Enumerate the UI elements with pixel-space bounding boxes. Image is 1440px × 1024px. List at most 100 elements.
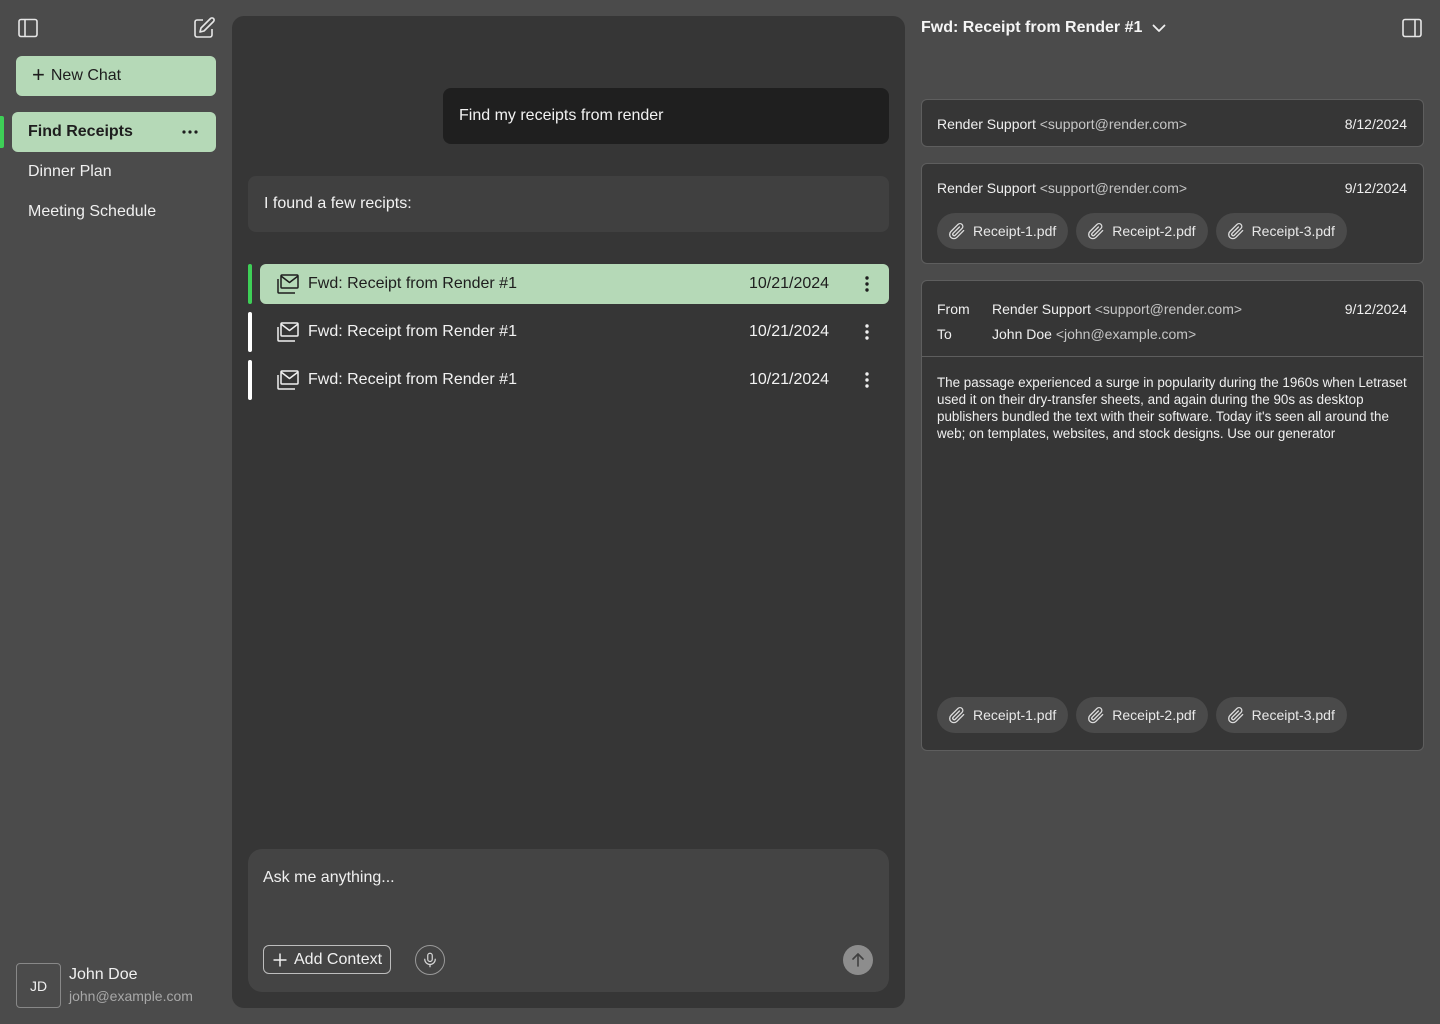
- sender-address: <support@render.com>: [1094, 301, 1243, 317]
- email-subject: Fwd: Receipt from Render #1: [308, 323, 517, 340]
- email-subject: Fwd: Receipt from Render #1: [308, 371, 517, 388]
- sender-address: <support@render.com>: [1039, 180, 1188, 196]
- attachment-list: Receipt-1.pdf Receipt-2.pdf Receipt-3.pd…: [937, 213, 1347, 249]
- sender-name: Render Support: [992, 301, 1091, 317]
- email-result-row[interactable]: Fwd: Receipt from Render #1 10/21/2024: [248, 264, 889, 304]
- chat-options-button[interactable]: [180, 124, 200, 140]
- paperclip-icon: [1088, 222, 1104, 240]
- attachment-chip[interactable]: Receipt-1.pdf: [937, 697, 1069, 733]
- recipient-address: <john@example.com>: [1055, 326, 1197, 342]
- message-input[interactable]: [263, 865, 863, 891]
- attachment-name: Receipt-2.pdf: [1112, 707, 1196, 723]
- row-indicator: [248, 360, 252, 400]
- kebab-icon: [865, 276, 869, 292]
- row-indicator: [248, 264, 252, 304]
- recipient-name: John Doe: [992, 326, 1052, 342]
- chat-item-meeting-schedule[interactable]: Meeting Schedule: [12, 192, 216, 232]
- email-body: The passage experienced a surge in popul…: [937, 375, 1407, 441]
- attachment-name: Receipt-2.pdf: [1112, 223, 1196, 239]
- attachment-chip[interactable]: Receipt-2.pdf: [1076, 213, 1208, 249]
- sender-address: <support@render.com>: [1039, 116, 1188, 132]
- chat-item-find-receipts[interactable]: Find Receipts: [12, 112, 216, 152]
- user-profile[interactable]: JD John Doe john@example.com: [16, 963, 226, 1009]
- email-date: 9/12/2024: [1344, 301, 1407, 317]
- email-card[interactable]: Render Support <support@render.com> 9/12…: [921, 163, 1424, 264]
- compose-icon: [194, 17, 215, 38]
- mail-stack-icon: [277, 322, 299, 342]
- plus-icon: [273, 953, 287, 966]
- mail-stack-icon: [277, 370, 299, 390]
- email-date: 9/12/2024: [1344, 180, 1407, 196]
- compose-button[interactable]: [192, 16, 216, 40]
- email-date: 10/21/2024: [749, 323, 830, 340]
- row-indicator: [248, 312, 252, 352]
- new-chat-button[interactable]: + New Chat: [16, 56, 216, 96]
- user-message: Find my receipts from render: [443, 88, 889, 144]
- arrow-up-icon: [852, 953, 864, 967]
- add-context-button[interactable]: Add Context: [263, 945, 392, 974]
- from-label: From: [937, 301, 970, 317]
- email-options-button[interactable]: [857, 274, 877, 294]
- thread-title-dropdown[interactable]: Fwd: Receipt from Render #1: [921, 16, 1168, 40]
- sidebar-toggle-button[interactable]: [16, 16, 40, 40]
- new-chat-label: New Chat: [50, 67, 122, 84]
- chat-item-dinner-plan[interactable]: Dinner Plan: [12, 152, 216, 192]
- user-email: john@example.com: [69, 988, 193, 1004]
- sidebar-toggle-icon: [18, 18, 38, 38]
- kebab-icon: [865, 324, 869, 340]
- attachment-chip[interactable]: Receipt-2.pdf: [1076, 697, 1208, 733]
- attachment-name: Receipt-1.pdf: [973, 707, 1057, 723]
- user-name: John Doe: [69, 966, 138, 983]
- sender-name: Render Support: [937, 116, 1036, 132]
- assistant-message-text: I found a few recipts:: [264, 195, 412, 212]
- email-options-button[interactable]: [857, 322, 877, 342]
- attachment-chip[interactable]: Receipt-1.pdf: [937, 213, 1069, 249]
- add-context-label: Add Context: [294, 950, 383, 968]
- paperclip-icon: [1227, 222, 1243, 240]
- email-date: 10/21/2024: [749, 275, 830, 292]
- avatar: JD: [16, 963, 61, 1008]
- to-label: To: [937, 326, 952, 342]
- attachment-name: Receipt-3.pdf: [1251, 223, 1335, 239]
- paperclip-icon: [1227, 706, 1243, 724]
- email-result-row[interactable]: Fwd: Receipt from Render #1 10/21/2024: [248, 360, 889, 400]
- attachment-name: Receipt-1.pdf: [973, 223, 1057, 239]
- send-button[interactable]: [843, 945, 873, 975]
- active-chat-indicator: [0, 116, 4, 148]
- message-composer: Add Context: [248, 849, 889, 992]
- paperclip-icon: [949, 706, 965, 724]
- email-sender: Render Support <support@render.com>: [937, 180, 1187, 196]
- plus-icon: +: [32, 62, 45, 87]
- microphone-icon: [424, 952, 436, 968]
- thread-title: Fwd: Receipt from Render #1: [921, 19, 1143, 36]
- chat-item-label: Meeting Schedule: [28, 203, 157, 220]
- microphone-button[interactable]: [415, 945, 445, 975]
- email-recipient: John Doe <john@example.com>: [992, 326, 1196, 342]
- user-message-text: Find my receipts from render: [459, 107, 664, 124]
- chevron-down-icon: [1152, 24, 1166, 32]
- attachment-name: Receipt-3.pdf: [1251, 707, 1335, 723]
- attachment-chip[interactable]: Receipt-3.pdf: [1215, 697, 1347, 733]
- email-result-row[interactable]: Fwd: Receipt from Render #1 10/21/2024: [248, 312, 889, 352]
- sender-name: Render Support: [937, 180, 1036, 196]
- attachment-list: Receipt-1.pdf Receipt-2.pdf Receipt-3.pd…: [937, 697, 1347, 733]
- email-options-button[interactable]: [857, 370, 877, 390]
- open-email: From Render Support <support@render.com>…: [921, 280, 1424, 751]
- email-subject: Fwd: Receipt from Render #1: [308, 275, 517, 292]
- assistant-message: I found a few recipts:: [248, 176, 889, 232]
- email-date: 8/12/2024: [1344, 116, 1407, 132]
- email-sender: Render Support <support@render.com>: [937, 116, 1187, 132]
- right-panel-toggle-button[interactable]: [1400, 16, 1424, 40]
- chat-panel: Find my receipts from render I found a f…: [232, 16, 905, 1008]
- attachment-chip[interactable]: Receipt-3.pdf: [1215, 213, 1347, 249]
- paperclip-icon: [1088, 706, 1104, 724]
- mail-stack-icon: [277, 274, 299, 294]
- sidebar: + New Chat Find Receipts Dinner Plan Mee…: [0, 0, 232, 1024]
- email-sender: Render Support <support@render.com>: [992, 301, 1242, 317]
- email-card[interactable]: Render Support <support@render.com> 8/12…: [921, 99, 1424, 147]
- paperclip-icon: [949, 222, 965, 240]
- chat-item-label: Dinner Plan: [28, 163, 112, 180]
- more-horizontal-icon: [182, 130, 198, 134]
- chat-item-label: Find Receipts: [28, 123, 133, 140]
- email-date: 10/21/2024: [749, 371, 830, 388]
